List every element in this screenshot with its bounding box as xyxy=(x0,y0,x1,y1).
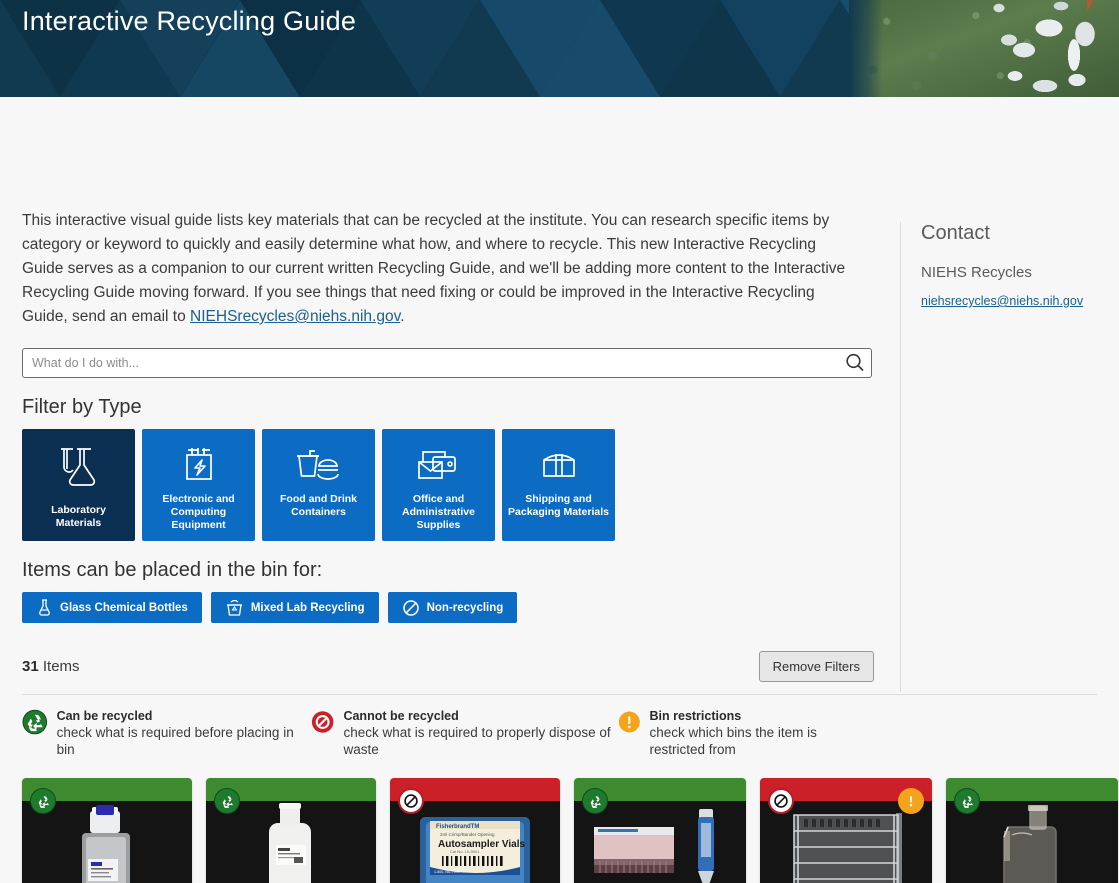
type-tile-office-and-administrative-supplies[interactable]: Office and Administrative Supplies xyxy=(382,429,495,541)
type-tile-electronic-and-computing-equipment[interactable]: Electronic and Computing Equipment xyxy=(142,429,255,541)
intro-text: This interactive visual guide lists key … xyxy=(22,212,846,325)
svg-text:1-800-766-7000: 1-800-766-7000 xyxy=(434,870,460,874)
type-tile-label: Laboratory Materials xyxy=(51,504,106,529)
item-card[interactable]: #2 Plastics - Lab Supplies xyxy=(206,778,376,883)
item-card[interactable]: #5 Plastics - Lab Supplies xyxy=(574,778,746,883)
search-button[interactable] xyxy=(844,352,866,374)
header-photo xyxy=(849,0,1119,97)
legend-subtitle: check what is required to properly dispo… xyxy=(343,725,611,757)
item-count-number: 31 xyxy=(22,657,39,675)
contact-sidebar: Contact NIEHS Recycles niehsrecycles@nie… xyxy=(900,222,1100,692)
contact-email-sidebar-link[interactable]: niehsrecycles@niehs.nih.gov xyxy=(921,294,1083,308)
section-divider xyxy=(22,694,1097,695)
item-card[interactable]: #6 Plastics - Lab Supplies - Crystal Cle… xyxy=(946,778,1118,883)
item-card[interactable]: FisherbrandTM 2ml Crimp/Bander Opening A… xyxy=(390,778,560,883)
item-card[interactable]: #1 Plastics - Lab Supplies xyxy=(22,778,192,883)
flask-small-icon xyxy=(39,599,50,616)
legend-title: Can be recycled xyxy=(56,709,153,723)
card-photo xyxy=(946,801,1118,883)
box-icon xyxy=(536,443,582,491)
bin-button-label: Non-recycling xyxy=(426,601,504,614)
autosampler-vials-box-photo: FisherbrandTM 2ml Crimp/Bander Opening A… xyxy=(390,801,560,883)
svg-text:Cat No. 10-9901: Cat No. 10-9901 xyxy=(450,849,480,854)
prohibited-icon xyxy=(768,788,794,814)
type-filter-tiles: Laboratory Materials Electronic and Comp… xyxy=(22,429,874,541)
legend-item-cannot-be-recycled: Cannot be recycled check what is require… xyxy=(311,709,618,758)
recycle-icon xyxy=(22,709,48,735)
item-card-grid: #1 Plastics - Lab Supplies xyxy=(22,778,1118,883)
contact-heading: Contact xyxy=(921,222,990,244)
white-hdpe-bottle-photo xyxy=(206,801,376,883)
legend-item-can-be-recycled: Can be recycled check what is required b… xyxy=(22,709,311,758)
filter-by-type-heading: Filter by Type xyxy=(22,396,142,418)
legend-subtitle: check which bins the item is restricted … xyxy=(649,725,817,757)
card-photo xyxy=(206,801,376,883)
type-tile-food-and-drink-containers[interactable]: Food and Drink Containers xyxy=(262,429,375,541)
bin-button-non-recycling[interactable]: Non-recycling xyxy=(387,592,518,623)
page-title: Interactive Recycling Guide xyxy=(22,6,357,36)
legend-subtitle: check what is required before placing in… xyxy=(56,725,294,757)
clear-culture-flask-photo xyxy=(946,801,1118,883)
flask-icon xyxy=(53,443,105,491)
type-tile-laboratory-materials[interactable]: Laboratory Materials xyxy=(22,429,135,541)
recycle-icon xyxy=(954,788,980,814)
svg-text:FisherbrandTM: FisherbrandTM xyxy=(436,824,479,830)
card-photo: FisherbrandTM 2ml Crimp/Bander Opening A… xyxy=(390,801,560,883)
search-input[interactable] xyxy=(22,348,872,378)
recycle-bin-icon xyxy=(226,599,242,616)
intro-paragraph: This interactive visual guide lists key … xyxy=(22,209,852,329)
legend-title: Cannot be recycled xyxy=(343,709,459,723)
cup-burger-icon xyxy=(293,443,345,491)
type-tile-shipping-and-packaging-materials[interactable]: Shipping and Packaging Materials xyxy=(502,429,615,541)
bin-button-label: Glass Chemical Bottles xyxy=(60,601,188,614)
item-count: 31 Items xyxy=(22,658,80,675)
status-legend: Can be recycled check what is required b… xyxy=(22,709,874,758)
prohibited-icon xyxy=(402,599,419,616)
item-card[interactable]: #6 Plastics - Lab Supplies - Colored or … xyxy=(760,778,932,883)
exclamation-icon xyxy=(618,711,640,733)
svg-text:2ml Crimp/Bander Opening: 2ml Crimp/Bander Opening xyxy=(440,832,495,837)
bin-button-label: Mixed Lab Recycling xyxy=(250,601,365,614)
recycle-icon xyxy=(30,788,56,814)
type-tile-label: Office and Administrative Supplies xyxy=(402,493,475,531)
legend-title: Bin restrictions xyxy=(649,709,742,723)
type-tile-label: Food and Drink Containers xyxy=(280,493,357,518)
bin-filter-heading: Items can be placed in the bin for: xyxy=(22,559,323,581)
type-tile-label: Electronic and Computing Equipment xyxy=(162,493,235,531)
bin-filter-buttons: Glass Chemical Bottles Mixed Lab Recycli… xyxy=(22,592,874,623)
item-count-unit: Items xyxy=(42,657,80,675)
envelope-card-icon xyxy=(413,443,465,491)
recycle-icon xyxy=(214,788,240,814)
page-header: Interactive Recycling Guide xyxy=(0,0,1119,97)
bin-button-glass-chemical-bottles[interactable]: Glass Chemical Bottles xyxy=(22,592,202,623)
results-summary-row: 31 Items Remove Filters xyxy=(22,649,874,683)
prohibited-icon xyxy=(312,711,334,733)
circuit-board-icon xyxy=(176,443,222,491)
intro-text-end: . xyxy=(400,308,405,325)
contact-email-link[interactable]: NIEHSrecycles@niehs.nih.gov xyxy=(190,308,400,325)
search-bar xyxy=(22,348,872,378)
search-icon xyxy=(846,353,864,372)
pipette-tip-rack-photo xyxy=(574,801,746,883)
recycle-icon xyxy=(582,788,608,814)
bin-button-mixed-lab-recycling[interactable]: Mixed Lab Recycling xyxy=(210,592,379,623)
type-tile-label: Shipping and Packaging Materials xyxy=(508,493,609,518)
legend-item-bin-restrictions: Bin restrictions check which bins the it… xyxy=(618,709,874,758)
exclamation-icon xyxy=(898,788,924,814)
card-photo xyxy=(22,801,192,883)
remove-filters-button[interactable]: Remove Filters xyxy=(758,650,874,682)
prohibited-icon xyxy=(398,788,424,814)
card-photo xyxy=(574,801,746,883)
square-media-bottle-photo xyxy=(22,801,192,883)
contact-name: NIEHS Recycles xyxy=(921,264,1032,281)
